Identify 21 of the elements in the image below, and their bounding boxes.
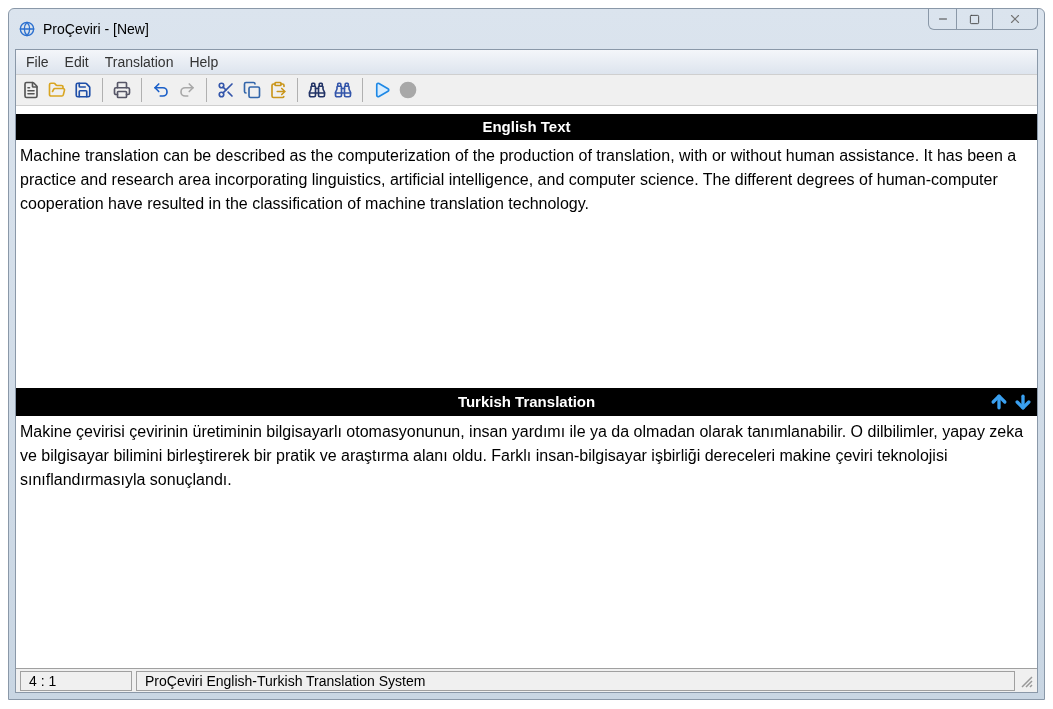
status-message: ProÇeviri English-Turkish Translation System [136,670,1015,691]
printer-icon[interactable] [111,79,133,101]
arrow-down-icon[interactable] [1013,392,1033,412]
pane-title: Turkish Translation [457,391,596,412]
cursor-position: 4 : 1 [20,670,132,691]
english-text-area[interactable]: Machine translation can be described as the computerization of the production of translation, with or without human assistance. It has been a practice and research area incorporating linguistics, artificial intelligence, and computer science. The different degrees of human-computer cooperation have resulted in the classification of machine translation technology. [16,140,1037,388]
pane-title: English Text [482,116,571,137]
menu-item[interactable]: Edit [58,51,95,73]
turkish-text-area[interactable]: Makine çevirisi çevirinin üretiminin bilgisayarlı otomasyonunun, insan yardımı ile ya da olmadan olarak tanımlanabilir. O dilbilimler, yapay zeka ve bilgisayar bilimini birleştirerek bir pratik ve araştırma alanı oldu. Farklı insan-bilgisayar işbirliği dereceleri makine çeviri teknolojisi sınıflandırmasıyla sonuçlandı. [16,416,1037,668]
window-title: ProÇeviri - [New] [43,19,149,39]
copy-icon[interactable] [241,79,263,101]
maximize-icon [969,13,980,25]
menu-item[interactable]: Translation [98,51,180,73]
binoculars-icon[interactable] [306,79,328,101]
floppy-disk-icon[interactable] [72,79,94,101]
menu-item[interactable]: File [20,51,55,73]
globe-icon [19,21,35,37]
resize-grip-icon[interactable] [1019,673,1033,688]
close-icon [1008,12,1022,26]
arrow-up-icon[interactable] [989,392,1009,412]
menu-item[interactable]: Help [183,51,225,73]
